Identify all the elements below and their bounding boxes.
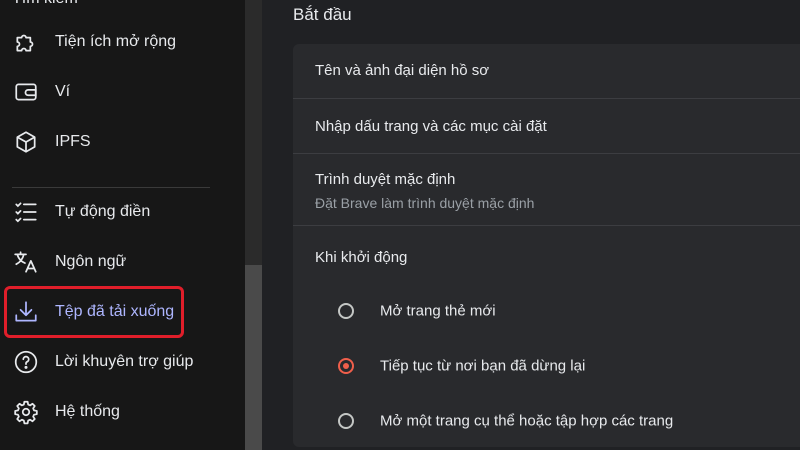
sidebar-divider <box>12 187 210 188</box>
import-bookmarks-row[interactable]: Nhập dấu trang và các mục cài đặt <box>293 99 800 154</box>
section-title: Bắt đầu <box>293 5 352 24</box>
default-browser-subtitle: Đặt Brave làm trình duyệt mặc định <box>315 195 535 211</box>
sidebar-item-label: Hệ thống <box>55 403 120 420</box>
sidebar-item-label: Tự động điền <box>55 203 151 220</box>
radio-label: Tiếp tục từ nơi bạn đã dừng lại <box>380 357 586 375</box>
radio-label: Mở trang thẻ mới <box>380 302 496 320</box>
startup-option-new-tab[interactable]: Mở trang thẻ mới <box>293 284 800 338</box>
startup-title: Khi khởi động <box>315 249 408 266</box>
sidebar-item-label: Ví <box>55 83 71 100</box>
sidebar-scrollbar[interactable] <box>245 0 262 450</box>
main-content: Bắt đầu Tên và ảnh đại diện hồ sơ Nhập d… <box>262 0 800 450</box>
profile-row[interactable]: Tên và ảnh đại diện hồ sơ <box>293 44 800 99</box>
help-icon <box>12 348 40 376</box>
gear-icon <box>12 398 40 426</box>
profile-row-label: Tên và ảnh đại diện hồ sơ <box>315 62 490 79</box>
sidebar-item-wallet[interactable]: Ví <box>0 69 245 115</box>
cube-icon <box>12 128 40 156</box>
sidebar-item-label: Tệp đã tải xuống <box>55 303 175 320</box>
puzzle-icon <box>12 28 40 56</box>
sidebar-item-label: Tiện ích mở rộng <box>55 33 177 50</box>
sidebar-item-label: Ngôn ngữ <box>55 253 127 270</box>
sidebar-item-extensions[interactable]: Tiện ích mở rộng <box>0 19 245 65</box>
sidebar-item-cut-label[interactable]: Tìm kiếm <box>12 0 78 8</box>
sidebar-item-label: Lời khuyên trợ giúp <box>55 353 194 370</box>
sidebar-item-label: IPFS <box>55 133 91 150</box>
default-browser-title: Trình duyệt mặc định <box>315 171 456 188</box>
startup-option-specific-pages[interactable]: Mở một trang cụ thể hoặc tập hợp các tra… <box>293 394 800 448</box>
translate-icon <box>12 248 40 276</box>
checklist-icon <box>12 198 40 226</box>
sidebar-item-autofill[interactable]: Tự động điền <box>0 189 245 235</box>
radio-specific-pages[interactable] <box>338 413 354 429</box>
sidebar-item-help-tips[interactable]: Lời khuyên trợ giúp <box>0 339 245 385</box>
sidebar-item-downloads[interactable]: Tệp đã tải xuống <box>0 289 245 335</box>
sidebar-item-ipfs[interactable]: IPFS <box>0 119 245 165</box>
default-browser-row[interactable]: Trình duyệt mặc định Đặt Brave làm trình… <box>293 154 800 226</box>
startup-option-continue[interactable]: Tiếp tục từ nơi bạn đã dừng lại <box>293 339 800 393</box>
settings-card: Tên và ảnh đại diện hồ sơ Nhập dấu trang… <box>293 44 800 447</box>
radio-continue[interactable] <box>338 358 354 374</box>
scrollbar-thumb[interactable] <box>245 265 262 450</box>
download-icon <box>12 298 40 326</box>
settings-window: Tìm kiếm Tiện ích mở rộng Ví <box>0 0 800 450</box>
radio-new-tab[interactable] <box>338 303 354 319</box>
sidebar-item-system[interactable]: Hệ thống <box>0 389 245 435</box>
sidebar-item-languages[interactable]: Ngôn ngữ <box>0 239 245 285</box>
startup-header: Khi khởi động <box>293 226 800 281</box>
radio-label: Mở một trang cụ thể hoặc tập hợp các tra… <box>380 412 674 430</box>
import-row-label: Nhập dấu trang và các mục cài đặt <box>315 118 547 135</box>
wallet-icon <box>12 78 40 106</box>
sidebar: Tìm kiếm Tiện ích mở rộng Ví <box>0 0 245 450</box>
